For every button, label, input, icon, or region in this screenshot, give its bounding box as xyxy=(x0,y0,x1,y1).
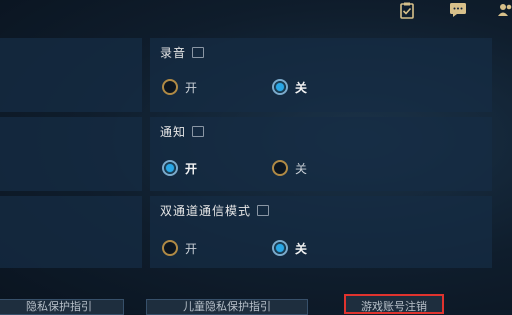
top-bar xyxy=(0,0,512,28)
setting-title: 通知 xyxy=(160,123,205,140)
delete-game-account-button[interactable]: 游戏账号注销 xyxy=(344,294,444,314)
option-label: 开 xyxy=(185,161,198,176)
radio-selected-icon[interactable] xyxy=(272,240,288,256)
clipboard-check-icon[interactable] xyxy=(398,2,416,20)
left-panel-3 xyxy=(0,196,142,268)
setting-title: 双通道通信模式 xyxy=(160,202,270,219)
radio-icon[interactable] xyxy=(272,160,288,176)
info-icon[interactable] xyxy=(257,205,270,216)
left-panel-1 xyxy=(0,38,142,112)
option-label: 开 xyxy=(185,241,198,256)
setting-title: 录音 xyxy=(160,44,205,61)
option-label: 关 xyxy=(295,80,308,95)
radio-selected-icon[interactable] xyxy=(162,160,178,176)
radio-icon[interactable] xyxy=(162,240,178,256)
setting-notification: 通知 开 关 xyxy=(150,117,492,191)
info-icon[interactable] xyxy=(192,126,205,137)
radio-option-on[interactable]: 开 xyxy=(162,159,197,177)
chat-icon[interactable] xyxy=(449,2,467,20)
radio-option-off[interactable]: 关 xyxy=(272,159,307,177)
radio-option-off[interactable]: 关 xyxy=(272,78,307,96)
left-panel-2 xyxy=(0,117,142,191)
info-icon[interactable] xyxy=(192,47,205,58)
option-label: 开 xyxy=(185,80,198,95)
setting-recording: 录音 开 关 xyxy=(150,38,492,112)
radio-option-on[interactable]: 开 xyxy=(162,239,197,257)
option-label: 关 xyxy=(295,241,308,256)
setting-dual-channel-mode: 双通道通信模式 开 关 xyxy=(150,196,492,268)
radio-selected-icon[interactable] xyxy=(272,79,288,95)
friends-icon[interactable] xyxy=(496,2,512,20)
child-privacy-policy-button[interactable]: 儿童隐私保护指引 xyxy=(146,299,308,315)
radio-icon[interactable] xyxy=(162,79,178,95)
radio-option-off[interactable]: 关 xyxy=(272,239,307,257)
option-label: 关 xyxy=(295,161,308,176)
privacy-policy-button[interactable]: 隐私保护指引 xyxy=(0,299,124,315)
radio-option-on[interactable]: 开 xyxy=(162,78,197,96)
